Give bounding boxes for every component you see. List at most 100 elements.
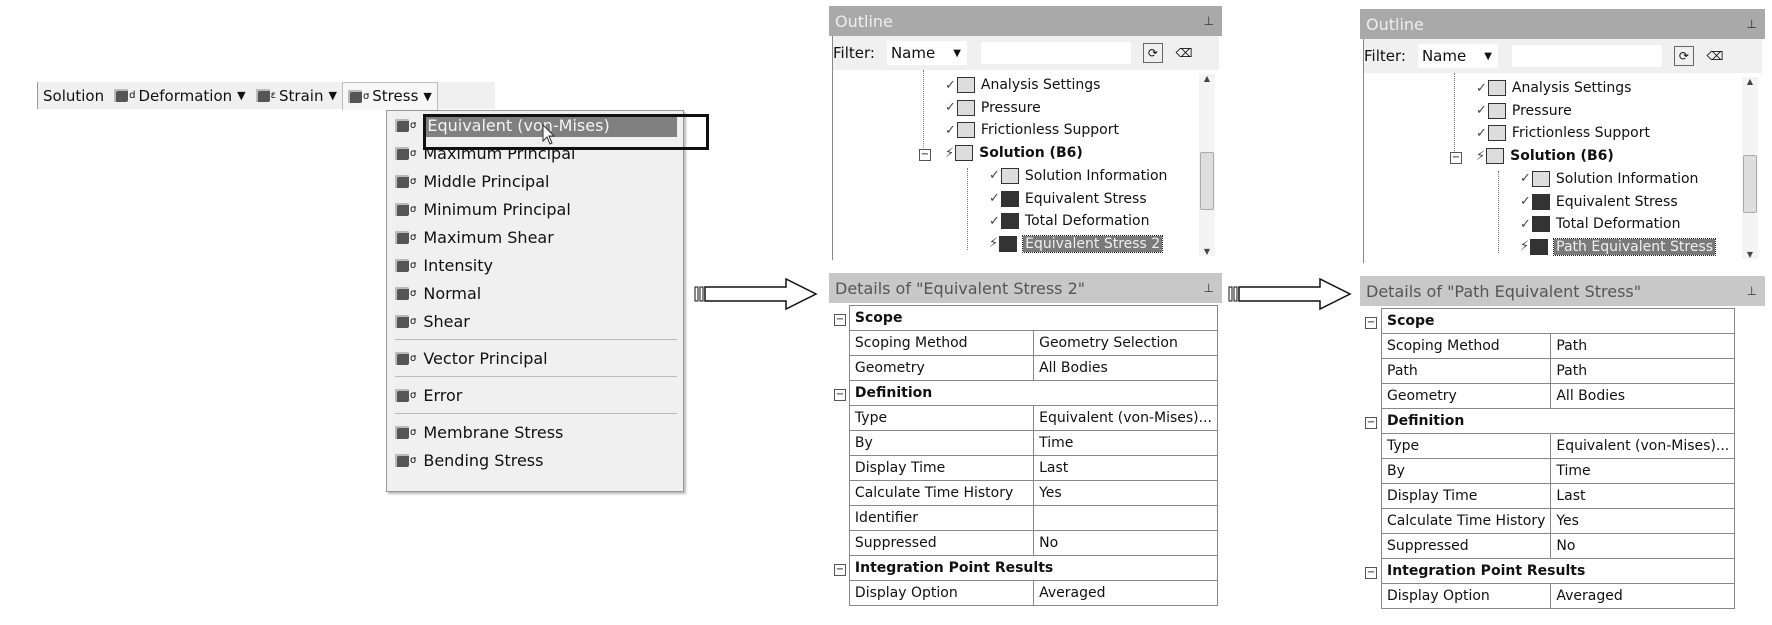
deformation-dropdown[interactable]: d Deformation ▼ [109, 82, 251, 109]
details-row[interactable]: Geometry All Bodies [832, 355, 1218, 381]
collapse-icon[interactable]: − [834, 564, 846, 576]
row-gutter [832, 330, 850, 356]
scroll-down-icon[interactable]: ▼ [1199, 247, 1215, 256]
details-row[interactable]: Suppressed No [832, 530, 1218, 556]
stress-dropdown[interactable]: σ Stress ▼ [341, 81, 438, 110]
property-value[interactable]: Averaged [1550, 583, 1736, 609]
details-row[interactable]: Path Path [1363, 358, 1736, 384]
property-value[interactable]: Geometry Selection [1033, 330, 1218, 356]
tree-node[interactable]: ✓ Analysis Settings [945, 74, 1100, 96]
filter-search-input[interactable] [980, 42, 1131, 64]
refresh-icon[interactable]: ⟳ [1673, 46, 1694, 66]
details-row[interactable]: Display Time Last [1363, 483, 1736, 509]
property-value[interactable]: Equivalent (von-Mises)... [1550, 433, 1736, 459]
menu-item-error[interactable]: σ Error [387, 381, 683, 409]
clear-filter-icon[interactable]: ⌫ [1175, 44, 1193, 62]
property-value[interactable]: Path [1550, 358, 1736, 384]
icon-subscript: σ [410, 203, 417, 215]
tree-node[interactable]: ✓ Frictionless Support [1476, 122, 1650, 144]
menu-item-vector-principal[interactable]: σ Vector Principal [387, 344, 683, 372]
tree-node[interactable]: ⚡ Solution (B6) [1476, 145, 1614, 167]
property-value[interactable]: Averaged [1033, 580, 1218, 606]
menu-item-intensity[interactable]: σ Intensity [387, 251, 683, 279]
property-value[interactable]: Path [1550, 333, 1736, 359]
details-row[interactable]: Display Time Last [832, 455, 1218, 481]
menu-item-maximum-shear[interactable]: σ Maximum Shear [387, 223, 683, 251]
tree-node[interactable]: ⚡ Equivalent Stress 2 [989, 233, 1164, 255]
menu-item-bending-stress[interactable]: σ Bending Stress [387, 446, 683, 474]
tree-scrollbar[interactable]: ▲ ▼ [1199, 74, 1215, 256]
details-row[interactable]: Type Equivalent (von-Mises)... [832, 405, 1218, 431]
solution-button[interactable]: Solution [38, 82, 109, 109]
property-value[interactable]: Time [1033, 430, 1218, 456]
menu-item-middle-principal[interactable]: σ Middle Principal [387, 167, 683, 195]
menu-item-minimum-principal[interactable]: σ Minimum Principal [387, 195, 683, 223]
collapse-icon[interactable]: − [1365, 567, 1377, 579]
tree-node[interactable]: ✓ Equivalent Stress [1520, 191, 1678, 213]
property-name: Type [1380, 433, 1552, 459]
tree-node[interactable]: ✓ Frictionless Support [945, 119, 1119, 141]
collapse-icon[interactable]: − [834, 314, 846, 326]
details-row[interactable]: Display Option Averaged [832, 580, 1218, 606]
details-row[interactable]: Calculate Time History Yes [1363, 508, 1736, 534]
property-value[interactable] [1033, 505, 1218, 531]
pin-icon[interactable]: ⊥ [1747, 17, 1757, 31]
tree-node[interactable]: ✓ Pressure [1476, 100, 1572, 122]
details-row[interactable]: Suppressed No [1363, 533, 1736, 559]
menu-item-membrane-stress[interactable]: σ Membrane Stress [387, 418, 683, 446]
collapse-icon[interactable]: − [1365, 317, 1377, 329]
details-row[interactable]: Type Equivalent (von-Mises)... [1363, 433, 1736, 459]
tree-node[interactable]: ✓ Solution Information [989, 165, 1167, 187]
property-value[interactable]: No [1033, 530, 1218, 556]
property-value[interactable]: Last [1033, 455, 1218, 481]
refresh-icon[interactable]: ⟳ [1142, 43, 1163, 63]
property-value[interactable]: Yes [1033, 480, 1218, 506]
details-row[interactable]: Scoping Method Path [1363, 333, 1736, 359]
details-row[interactable]: Identifier [832, 505, 1218, 531]
details-row[interactable]: Display Option Averaged [1363, 583, 1736, 609]
filter-type-select[interactable]: Name ▼ [886, 41, 967, 65]
tree-scrollbar[interactable]: ▲ ▼ [1742, 77, 1758, 259]
menu-item-normal[interactable]: σ Normal [387, 279, 683, 307]
tree-node[interactable]: ✓ Analysis Settings [1476, 77, 1631, 99]
collapse-icon[interactable]: − [919, 149, 931, 161]
pin-icon[interactable]: ⊥ [1204, 14, 1214, 28]
filter-search-input[interactable] [1511, 45, 1662, 67]
property-value[interactable]: All Bodies [1033, 355, 1218, 381]
scroll-up-icon[interactable]: ▲ [1199, 74, 1215, 83]
strain-dropdown[interactable]: ε Strain ▼ [251, 82, 342, 109]
details-row[interactable]: By Time [832, 430, 1218, 456]
collapse-icon[interactable]: − [834, 389, 846, 401]
filter-type-select[interactable]: Name ▼ [1417, 44, 1498, 68]
collapse-icon[interactable]: − [1365, 417, 1377, 429]
tree-node[interactable]: ✓ Total Deformation [989, 210, 1149, 232]
tree-node[interactable]: ✓ Pressure [945, 97, 1041, 119]
scroll-down-icon[interactable]: ▼ [1742, 250, 1758, 259]
pin-icon[interactable]: ⊥ [1204, 281, 1214, 295]
property-value[interactable]: All Bodies [1550, 383, 1736, 409]
tree-node-label: Pressure [980, 99, 1041, 116]
scroll-up-icon[interactable]: ▲ [1742, 77, 1758, 86]
property-value[interactable]: Time [1550, 458, 1736, 484]
pin-icon[interactable]: ⊥ [1747, 284, 1757, 298]
tree-node-label: Pressure [1511, 102, 1572, 119]
clear-filter-icon[interactable]: ⌫ [1706, 47, 1724, 65]
property-value[interactable]: Equivalent (von-Mises)... [1033, 405, 1218, 431]
property-value[interactable]: Yes [1550, 508, 1736, 534]
property-value[interactable]: Last [1550, 483, 1736, 509]
property-value[interactable]: No [1550, 533, 1736, 559]
tree-node[interactable]: ⚡ Solution (B6) [945, 142, 1083, 164]
menu-item-label: Minimum Principal [423, 199, 571, 219]
scroll-thumb[interactable] [1743, 155, 1757, 213]
tree-node[interactable]: ✓ Equivalent Stress [989, 188, 1147, 210]
menu-item-shear[interactable]: σ Shear [387, 307, 683, 335]
details-row[interactable]: Scoping Method Geometry Selection [832, 330, 1218, 356]
tree-node[interactable]: ✓ Total Deformation [1520, 213, 1680, 235]
details-row[interactable]: Calculate Time History Yes [832, 480, 1218, 506]
collapse-icon[interactable]: − [1450, 152, 1462, 164]
tree-node[interactable]: ⚡ Path Equivalent Stress [1520, 236, 1717, 258]
scroll-thumb[interactable] [1200, 152, 1214, 210]
tree-node[interactable]: ✓ Solution Information [1520, 168, 1698, 190]
details-row[interactable]: By Time [1363, 458, 1736, 484]
details-row[interactable]: Geometry All Bodies [1363, 383, 1736, 409]
